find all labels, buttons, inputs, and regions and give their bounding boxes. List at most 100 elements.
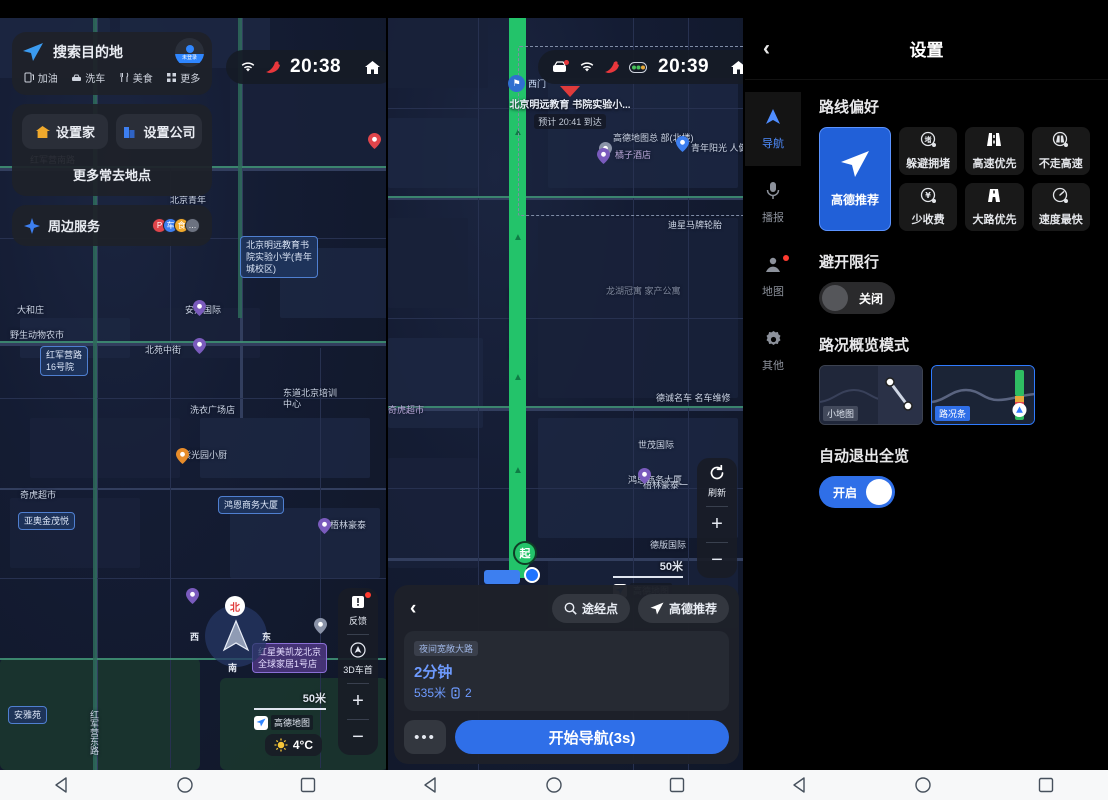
square-recent-icon[interactable] — [668, 776, 686, 794]
zoom-out-icon: − — [711, 549, 723, 571]
poi-pin-icon[interactable] — [638, 468, 651, 484]
zoom-in-button[interactable]: + — [338, 684, 378, 719]
recommend-label: 高德推荐 — [668, 602, 717, 616]
refresh-label: 刷新 — [707, 488, 726, 498]
square-recent-icon[interactable] — [299, 776, 317, 794]
sheet-back-button[interactable]: ‹ — [404, 598, 424, 620]
home-icon[interactable] — [364, 60, 381, 75]
avatar[interactable]: 未登录 — [175, 38, 204, 67]
map-place-box[interactable]: 鸿恩商务大厦 — [218, 496, 285, 514]
map-label: 奇虎超市 — [388, 405, 425, 415]
pref-avoid-congestion[interactable]: 堵 躲避拥堵 — [899, 127, 958, 175]
auto-exit-toggle[interactable]: 开启 — [819, 476, 895, 508]
settings-content: 路线偏好 高德推荐 堵 躲避拥堵 高速优先 不走高速 ¥ 少收费 大路优先 速度… — [801, 80, 1108, 770]
search-input[interactable]: 搜索目的地 未登录 — [12, 32, 212, 70]
route-option-card[interactable]: 夜间宽敞大路 2分钟 535米 2 — [404, 631, 729, 711]
zoom-in-button[interactable]: + — [697, 507, 737, 542]
nearby-badge[interactable]: … — [185, 218, 200, 233]
avatar-head-icon — [185, 45, 194, 53]
square-recent-icon[interactable] — [1037, 776, 1055, 794]
poi-pin-icon[interactable] — [193, 338, 206, 354]
poi-pin-icon[interactable] — [193, 300, 206, 316]
map-place-box[interactable]: 安雅苑 — [8, 706, 48, 724]
set-home-button[interactable]: 设置家 — [22, 114, 108, 149]
destination-callout[interactable]: 北京明远教育 书院实验小... 预计 20:41 到达 — [490, 86, 650, 130]
more-places-button[interactable]: 更多常去地点 — [12, 157, 212, 196]
nav-segment-left[interactable] — [0, 776, 369, 794]
quick-action-carwash[interactable]: 洗车 — [66, 70, 112, 85]
poi-pin-icon[interactable] — [176, 448, 189, 464]
map-label: 东道北京培训中心 — [283, 388, 338, 409]
left-search-stack[interactable]: 搜索目的地 未登录 加油 洗车 美食 更多 设置家 设置公司 更多常去地点 周边… — [12, 32, 212, 255]
pref-highway-priority[interactable]: 高速优先 — [965, 127, 1024, 175]
more-options-button[interactable]: ••• — [404, 720, 446, 754]
avatar-label: 未登录 — [175, 54, 204, 63]
circle-home-icon[interactable] — [545, 776, 563, 794]
nearby-services-card[interactable]: 周边服务 P 车 食 … — [12, 205, 212, 246]
3d-car-heading-button[interactable]: 3D车首 — [338, 635, 378, 683]
mid-map-tools[interactable]: 刷新 + − — [697, 458, 737, 578]
mid-navigation-panel[interactable]: ▲ ▲ ▲ ▲ 红军营东路 起 ⚑ 西门 北京明远教育 书院实验小... 预计 … — [388, 18, 745, 770]
triangle-back-icon[interactable] — [791, 776, 809, 794]
mode-card-traffic-bar[interactable]: 路况条 — [931, 365, 1035, 425]
restriction-toggle[interactable]: 关闭 — [819, 282, 895, 314]
mode-card-minimap[interactable]: 小地图 — [819, 365, 923, 425]
navigation-arrow-icon — [22, 42, 44, 62]
map-place-box[interactable]: 红军营路 16号院 — [40, 346, 89, 376]
sidebar-item-broadcast[interactable]: 播报 — [745, 166, 801, 240]
start-navigation-button[interactable]: 开始导航(3s) — [455, 720, 729, 754]
recommend-button[interactable]: 高德推荐 — [637, 594, 729, 623]
sidebar-item-navigation[interactable]: 导航 — [745, 92, 801, 166]
feedback-button[interactable]: 反馈 — [338, 588, 378, 634]
satellite-icon — [604, 60, 620, 74]
traffic-overview-options[interactable]: 小地图 路况条 — [819, 365, 1090, 425]
poi-pin-icon[interactable] — [314, 618, 327, 634]
poi-pin-icon[interactable] — [186, 588, 199, 604]
pref-fastest-speed[interactable]: 速度最快 — [1031, 183, 1090, 231]
triangle-back-icon[interactable] — [422, 776, 440, 794]
poi-pin-icon[interactable] — [318, 518, 331, 534]
refresh-icon — [709, 464, 725, 484]
fastest-speed-icon — [1052, 187, 1069, 207]
system-navigation-bar[interactable] — [0, 770, 1108, 800]
search-card[interactable]: 搜索目的地 未登录 加油 洗车 美食 更多 — [12, 32, 212, 95]
weather-widget[interactable]: 4°C — [264, 734, 322, 756]
quick-action-food[interactable]: 美食 — [113, 70, 159, 85]
sidebar-item-other[interactable]: 其他 — [745, 314, 801, 388]
left-map-tools[interactable]: 反馈 3D车首 + − — [338, 588, 378, 755]
circle-home-icon[interactable] — [914, 776, 932, 794]
map-place-box[interactable]: 亚奥金茂悦 — [18, 512, 76, 530]
map-place-box[interactable]: 北京明远教育书 院实验小学(青年 城校区) — [240, 236, 318, 278]
main-road-priority-icon — [985, 187, 1003, 207]
zoom-out-button[interactable]: − — [697, 543, 737, 578]
pref-amap-recommend[interactable]: 高德推荐 — [819, 127, 891, 231]
destination-eta: 预计 20:41 到达 — [534, 114, 606, 129]
circle-home-icon[interactable] — [176, 776, 194, 794]
settings-sidebar[interactable]: 导航 播报 地图 其他 — [745, 80, 801, 770]
favorites-card[interactable]: 设置家 设置公司 更多常去地点 — [12, 104, 212, 196]
pref-main-road-priority[interactable]: 大路优先 — [965, 183, 1024, 231]
start-marker[interactable]: 起 — [513, 541, 537, 565]
quick-action-row[interactable]: 加油 洗车 美食 更多 — [12, 70, 212, 95]
office-icon — [122, 125, 137, 139]
poi-pin-icon[interactable] — [368, 133, 381, 149]
sidebar-item-map[interactable]: 地图 — [745, 240, 801, 314]
zoom-out-button[interactable]: − — [338, 720, 378, 755]
settings-back-button[interactable]: ‹ — [763, 37, 770, 61]
waypoint-button[interactable]: 途经点 — [551, 594, 630, 623]
left-map-panel[interactable]: 20:38 红军营南路 北京青年 北苑中街 安邦国际 奇虎超市 梧林豪泰 东道北… — [0, 18, 388, 770]
set-work-button[interactable]: 设置公司 — [116, 114, 202, 149]
pref-no-highway[interactable]: 不走高速 — [1031, 127, 1090, 175]
pref-label: 高德推荐 — [830, 193, 879, 207]
quick-action-more[interactable]: 更多 — [161, 70, 207, 85]
nav-segment-right[interactable] — [739, 776, 1108, 794]
refresh-button[interactable]: 刷新 — [697, 458, 737, 506]
triangle-back-icon[interactable] — [53, 776, 71, 794]
route-bottom-sheet[interactable]: ‹ 途经点 高德推荐 夜间宽敞大路 2分钟 535米 2 ••• 开始导航(3s… — [394, 585, 739, 764]
quick-action-fuel[interactable]: 加油 — [18, 70, 64, 85]
nearby-badges[interactable]: P 车 食 … — [152, 218, 200, 233]
pref-less-toll[interactable]: ¥ 少收费 — [899, 183, 958, 231]
nav-segment-mid[interactable] — [369, 776, 738, 794]
settings-panel[interactable]: ‹ 设置 导航 播报 地图 其他 路线偏好 高德推荐 堵 躲避拥堵 高速优先 不… — [745, 18, 1108, 770]
route-pref-grid[interactable]: 高德推荐 堵 躲避拥堵 高速优先 不走高速 ¥ 少收费 大路优先 速度最快 — [819, 127, 1090, 231]
